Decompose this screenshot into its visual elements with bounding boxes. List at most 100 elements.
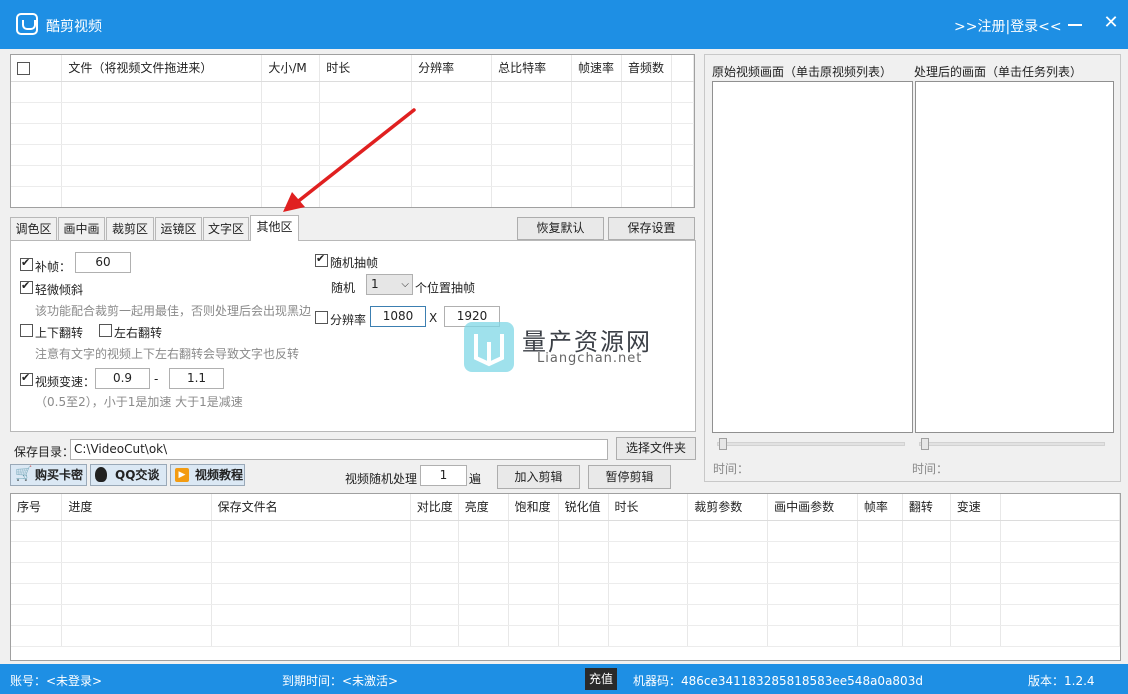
- frame-fill-input[interactable]: 60: [75, 252, 131, 273]
- task-table-cell: [508, 583, 559, 605]
- close-icon[interactable]: ✕: [1102, 14, 1120, 32]
- speed-min-input[interactable]: 0.9: [95, 368, 150, 389]
- task-table-row[interactable]: [11, 604, 1120, 626]
- file-table-cell: [671, 144, 694, 166]
- task-table-cell: [410, 541, 459, 563]
- file-table-cell: [11, 186, 63, 207]
- original-seek-thumb[interactable]: [719, 438, 727, 450]
- column-header[interactable]: 大小/M: [261, 55, 321, 82]
- pause-edit-button[interactable]: 暂停剪辑: [588, 465, 671, 489]
- flip-vertical-checkbox[interactable]: [20, 324, 33, 337]
- column-header[interactable]: 画中画参数: [767, 494, 858, 521]
- frame-fill-checkbox[interactable]: [20, 256, 33, 271]
- file-table-body: [11, 81, 694, 207]
- file-list-table[interactable]: 文件（将视频文件拖进来） 大小/M 时长 分辨率 总比特率 帧速率 音频数: [10, 54, 695, 208]
- restore-default-button[interactable]: 恢复默认: [517, 217, 604, 240]
- file-table-row[interactable]: [11, 123, 694, 145]
- select-all-checkbox[interactable]: [17, 61, 30, 75]
- column-header[interactable]: 翻转: [902, 494, 951, 521]
- column-header[interactable]: 帧率: [857, 494, 903, 521]
- file-table-row[interactable]: [11, 102, 694, 124]
- resolution-x-label: X: [429, 311, 438, 325]
- column-header[interactable]: 序号: [11, 494, 63, 521]
- processed-seek-thumb[interactable]: [921, 438, 929, 450]
- video-tutorial-button[interactable]: ▶ 视频教程: [170, 464, 245, 486]
- column-header[interactable]: 音频数: [621, 55, 672, 82]
- file-table-row[interactable]: [11, 165, 694, 187]
- tab-text[interactable]: 文字区: [203, 217, 249, 241]
- column-header[interactable]: 分辨率: [411, 55, 493, 82]
- processed-seek-track[interactable]: [919, 442, 1105, 446]
- file-table-row[interactable]: [11, 186, 694, 207]
- register-login-link[interactable]: >>注册|登录<<: [954, 16, 1062, 36]
- processed-video-preview[interactable]: [915, 81, 1114, 433]
- column-header[interactable]: 锐化值: [558, 494, 609, 521]
- flip-horizontal-checkbox[interactable]: [99, 324, 112, 337]
- task-table-cell: [687, 541, 769, 563]
- minimize-icon[interactable]: [1068, 24, 1082, 26]
- speed-checkbox[interactable]: [20, 371, 33, 386]
- recharge-button[interactable]: 充值: [585, 668, 617, 690]
- task-table-cell: [458, 520, 509, 542]
- column-header[interactable]: 时长: [319, 55, 413, 82]
- task-table-row[interactable]: [11, 583, 1120, 605]
- task-table-row[interactable]: [11, 625, 1120, 647]
- tab-camera-move[interactable]: 运镜区: [155, 217, 202, 241]
- file-table-row[interactable]: [11, 81, 694, 103]
- save-dir-input[interactable]: C:\VideoCut\ok\: [70, 439, 608, 460]
- column-header[interactable]: 总比特率: [491, 55, 573, 82]
- original-video-preview[interactable]: [712, 81, 913, 433]
- random-process-input[interactable]: 1: [420, 465, 467, 486]
- resolution-label: 分辨率: [330, 313, 367, 327]
- task-table-cell: [857, 583, 903, 605]
- add-edit-button[interactable]: 加入剪辑: [497, 465, 580, 489]
- speed-separator: -: [154, 372, 159, 386]
- random-position-select[interactable]: 1 ⌵: [366, 274, 413, 295]
- original-seek-track[interactable]: [717, 442, 905, 446]
- column-header[interactable]: 文件（将视频文件拖进来）: [61, 55, 263, 82]
- select-all-cell[interactable]: [11, 55, 63, 82]
- resolution-checkbox[interactable]: [315, 311, 328, 324]
- file-table-cell: [571, 81, 622, 103]
- task-list-table[interactable]: 序号 进度 保存文件名 对比度 亮度 饱和度 锐化值 时长 裁剪参数 画中画参数 帧率 翻转 变速: [10, 493, 1121, 661]
- column-header[interactable]: 亮度: [458, 494, 509, 521]
- account-status: 账号：<未登录>: [10, 674, 103, 688]
- column-header[interactable]: 对比度: [410, 494, 459, 521]
- slight-tilt-checkbox[interactable]: [20, 279, 33, 294]
- file-table-cell: [621, 165, 672, 187]
- tab-other[interactable]: 其他区: [250, 215, 299, 241]
- task-table-cell: [558, 583, 609, 605]
- task-table-row[interactable]: [11, 562, 1120, 584]
- save-settings-button[interactable]: 保存设置: [608, 217, 695, 240]
- file-table-cell: [671, 186, 694, 207]
- column-header[interactable]: 变速: [950, 494, 1001, 521]
- resolution-width-input[interactable]: 1080: [370, 306, 426, 327]
- column-header[interactable]: 进度: [61, 494, 212, 521]
- task-table-row[interactable]: [11, 541, 1120, 563]
- choose-folder-button[interactable]: 选择文件夹: [616, 437, 696, 460]
- file-table-cell: [11, 165, 63, 187]
- version-label: 版本：1.2.4: [1028, 674, 1095, 688]
- column-header[interactable]: 时长: [608, 494, 689, 521]
- speed-max-input[interactable]: 1.1: [169, 368, 224, 389]
- buy-card-button[interactable]: 🛒 购买卡密: [10, 464, 87, 486]
- random-process-label: 视频随机处理: [345, 472, 418, 486]
- column-header[interactable]: [1000, 494, 1120, 521]
- task-table-row[interactable]: [11, 520, 1120, 542]
- qq-chat-button[interactable]: QQ交谈: [90, 464, 167, 486]
- buy-card-label: 购买卡密: [35, 468, 84, 482]
- column-header[interactable]: 帧速率: [571, 55, 622, 82]
- random-drop-checkbox[interactable]: [315, 252, 328, 267]
- task-table-cell: [950, 604, 1001, 626]
- task-table-cell: [608, 625, 689, 647]
- tab-color[interactable]: 调色区: [10, 217, 57, 241]
- random-prefix-label: 随机: [331, 281, 356, 295]
- tab-crop[interactable]: 裁剪区: [106, 217, 154, 241]
- task-table-body: [11, 520, 1120, 647]
- column-header[interactable]: 保存文件名: [211, 494, 411, 521]
- tab-pip[interactable]: 画中画: [58, 217, 105, 241]
- column-header[interactable]: 裁剪参数: [687, 494, 769, 521]
- column-header[interactable]: 饱和度: [508, 494, 559, 521]
- file-table-row[interactable]: [11, 144, 694, 166]
- file-table-cell: [621, 102, 672, 124]
